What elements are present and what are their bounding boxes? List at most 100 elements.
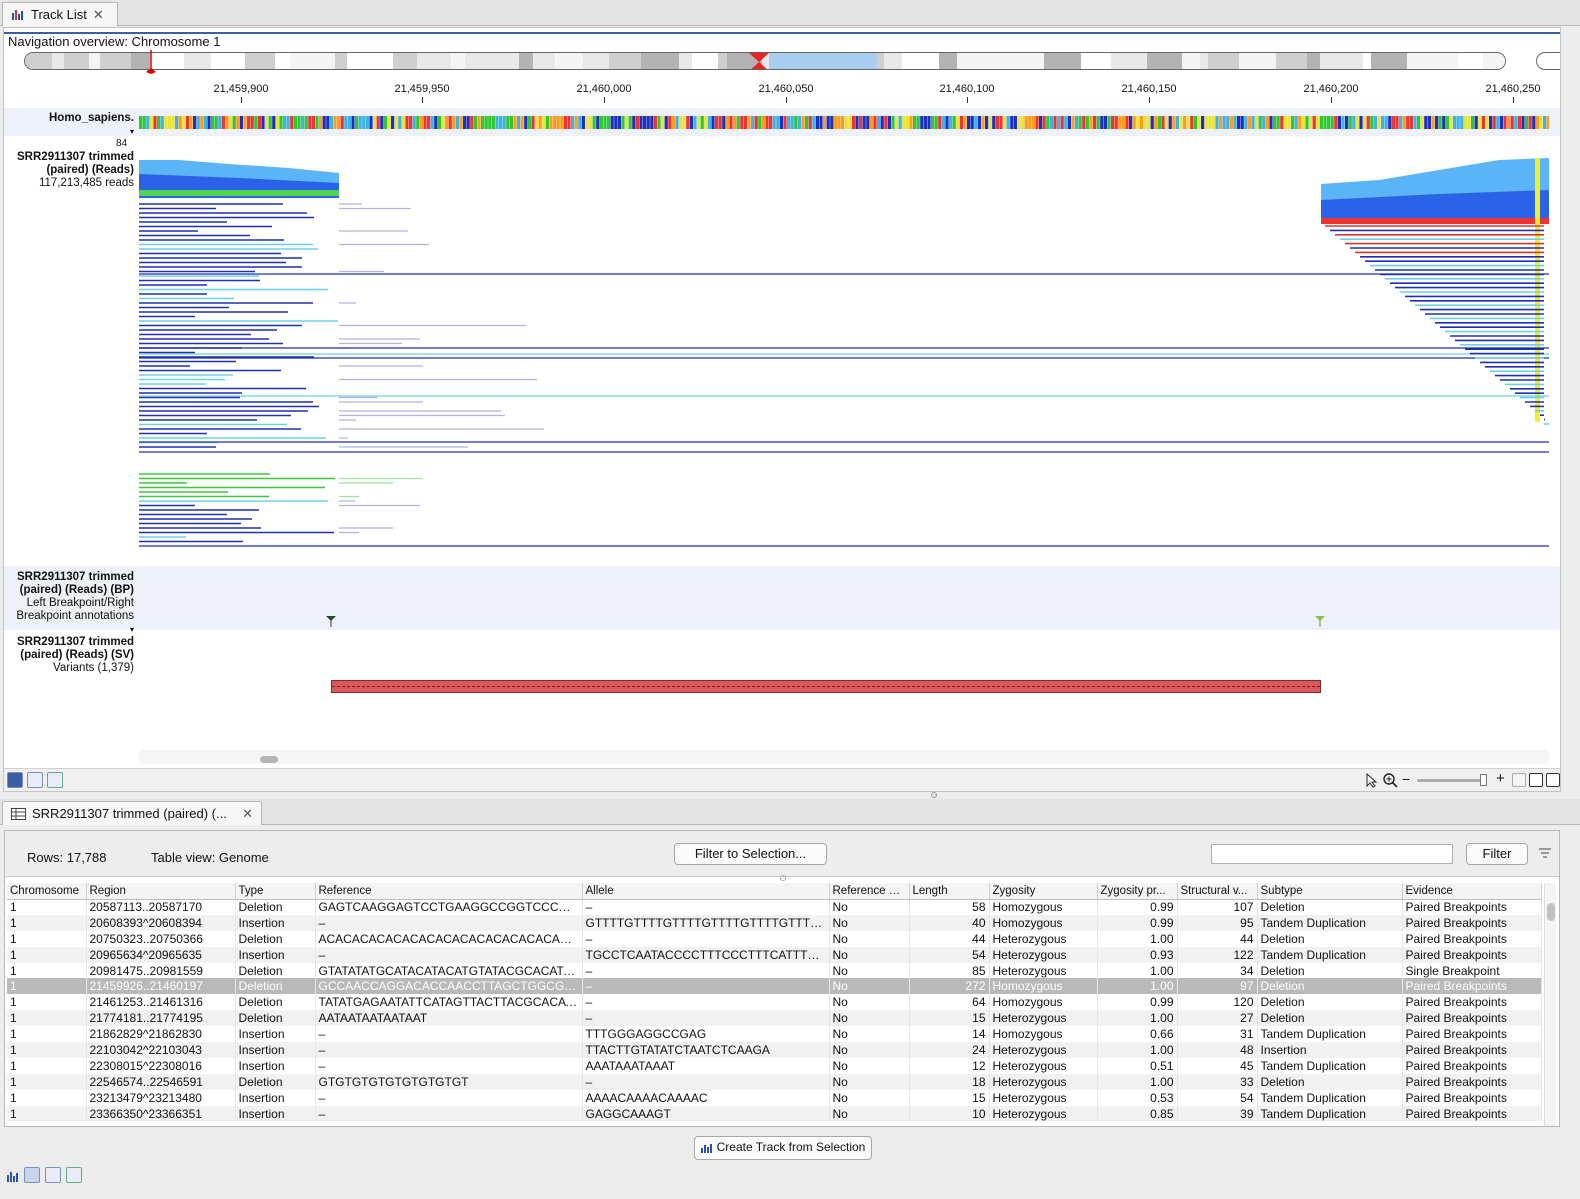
select-cursor-icon[interactable] <box>1364 772 1380 788</box>
table-cell: Paired Breakpoints <box>1402 946 1542 963</box>
ruler-tick-mark <box>1149 97 1150 103</box>
sequence-base <box>761 116 765 129</box>
track-view-icon[interactable] <box>6 1169 20 1183</box>
sequence-base <box>214 116 218 129</box>
column-header[interactable]: Zygosity pr... <box>1097 883 1178 900</box>
column-header[interactable]: Zygosity <box>989 883 1098 900</box>
history-icon[interactable] <box>47 772 63 788</box>
sequence-base <box>1201 116 1205 129</box>
sequence-track[interactable] <box>139 116 1549 129</box>
table-view-icon[interactable] <box>24 1167 40 1183</box>
filter-to-selection-button[interactable]: Filter to Selection... <box>674 843 827 865</box>
create-track-from-selection-button[interactable]: Create Track from Selection <box>694 1136 872 1160</box>
tab-variants-table[interactable]: SRR2911307 trimmed (paired) (... ✕ <box>2 801 262 825</box>
sequence-base <box>535 116 539 129</box>
filter-input[interactable] <box>1211 844 1453 864</box>
zoom-to-base-icon[interactable] <box>1546 773 1560 787</box>
table-settings-icon[interactable] <box>45 1167 61 1183</box>
table-row[interactable]: 1 21774181..21774195 Deletion AATAATAATAATA… <box>7 1010 1542 1027</box>
tab-track-list[interactable]: Track List ✕ <box>2 2 118 26</box>
table-row[interactable]: 1 20587113..20587170 Deletion GAGTCAAGGAGTC… <box>7 899 1542 915</box>
variants-track-label[interactable]: SRR2911307 trimmed (paired) (Reads) (SV) V… <box>4 636 134 675</box>
column-header[interactable]: Length <box>909 883 990 900</box>
vertical-scrollbar[interactable] <box>1544 883 1556 1126</box>
zoom-to-selection-icon[interactable] <box>1529 773 1543 787</box>
chromosome-ideogram[interactable] <box>24 52 1506 70</box>
sequence-track-label[interactable]: Homo_sapiens. ▾ <box>4 112 134 138</box>
column-header[interactable]: Subtype <box>1257 883 1403 900</box>
zoom-slider[interactable] <box>1417 779 1487 782</box>
sequence-base <box>1535 116 1539 129</box>
table-row[interactable]: 1 22308015^22308016 Insertion – AAATAAATAAAT… <box>7 1057 1542 1074</box>
table-cell: 1.00 <box>1097 930 1178 947</box>
zoom-slider-handle[interactable] <box>1480 774 1487 786</box>
close-icon[interactable]: ✕ <box>93 7 104 23</box>
close-icon[interactable]: ✕ <box>242 806 253 822</box>
table-row[interactable]: 1 20750323..20750366 Deletion ACACACACACACA… <box>7 930 1542 947</box>
column-header[interactable]: Type <box>235 883 316 900</box>
coverage-graph-left-green <box>139 190 339 196</box>
table-row[interactable]: 1 22546574..22546591 Deletion GTGTGTGTGTGTG… <box>7 1073 1542 1090</box>
table-cell: 58 <box>909 899 990 915</box>
sequence-base <box>1301 116 1305 129</box>
sequence-base <box>272 116 276 129</box>
column-header[interactable]: Reference <box>315 883 583 900</box>
table-row[interactable]: 1 21862829^21862830 Insertion – TTTGGGAGGCCG… <box>7 1026 1542 1043</box>
sequence-base <box>1003 116 1007 129</box>
table-cell: GCCAACCAGGACACCAACCTTAGCTGGCGTCCAAC <box>315 978 583 995</box>
sequence-base <box>1237 116 1241 129</box>
splitter-handle[interactable] <box>931 792 937 798</box>
left-breakpoint-marker[interactable] <box>326 616 336 628</box>
sequence-base <box>920 116 924 129</box>
table-cell: 1 <box>7 1026 87 1043</box>
reads-track-label[interactable]: SRR2911307 trimmed (paired) (Reads) 117,21… <box>4 151 134 190</box>
column-header[interactable]: Chromosome <box>7 883 87 900</box>
sequence-base <box>974 116 978 129</box>
zoom-plus-icon[interactable]: + <box>1496 770 1505 787</box>
sequence-base <box>902 116 906 129</box>
table-row[interactable]: 1 23213479^23213480 Insertion – AAAACAAAACAA… <box>7 1089 1542 1106</box>
ideogram-band <box>184 53 211 69</box>
table-row[interactable]: 1 20981475..20981559 Deletion GTATATATGCATA… <box>7 962 1542 979</box>
sequence-base <box>1143 116 1147 129</box>
table-cell: 18 <box>909 1073 990 1090</box>
column-header[interactable]: Reference al... <box>829 883 910 900</box>
breakpoint-track-label[interactable]: SRR2911307 trimmed (paired) (Reads) (BP) L… <box>4 571 134 636</box>
sequence-base <box>1053 116 1057 129</box>
table-row[interactable]: 1 21461253..21461316 Deletion TATATGAGAATAT… <box>7 994 1542 1011</box>
sequence-base <box>430 116 434 129</box>
table-row[interactable]: 1 20965634^20965635 Insertion – TGCCTCAATACC… <box>7 946 1542 963</box>
column-header[interactable]: Region <box>86 883 236 900</box>
structural-variant-bar[interactable] <box>331 680 1321 693</box>
vertical-scrollbar-thumb[interactable] <box>1547 903 1555 921</box>
variants-table[interactable]: Chromosome Region Type Reference Allele Refer… <box>7 883 1542 1122</box>
column-header[interactable]: Structural v... <box>1177 883 1258 900</box>
sequence-base <box>653 116 657 129</box>
column-header[interactable]: Allele <box>582 883 830 900</box>
right-breakpoint-marker[interactable] <box>1315 616 1325 628</box>
table-cell: 40 <box>909 914 990 931</box>
filter-button[interactable]: Filter <box>1466 843 1528 865</box>
table-row[interactable]: 1 22103042^22103043 Insertion – TTACTTGTATAT… <box>7 1042 1542 1058</box>
horizontal-scrollbar[interactable] <box>139 750 1549 764</box>
toolbar-splitter[interactable] <box>780 875 786 881</box>
sequence-base <box>178 116 182 129</box>
reads-track[interactable] <box>139 150 1549 550</box>
zoom-in-icon[interactable] <box>1382 772 1398 788</box>
sequence-base <box>635 116 639 129</box>
horizontal-scrollbar-thumb[interactable] <box>260 756 278 763</box>
chromosome-ideogram-next[interactable] <box>1536 52 1560 70</box>
sequence-base <box>1125 116 1129 129</box>
column-menu-icon[interactable] <box>1538 847 1552 859</box>
column-header[interactable]: Evidence <box>1402 883 1542 900</box>
zoom-out-icon[interactable]: − <box>1402 771 1410 787</box>
table-row[interactable]: 1 23366350^23366351 Insertion – GAGGCAAAGT No… <box>7 1105 1542 1122</box>
table-row[interactable]: 1 20608393^20608394 Insertion – GTTTTGTTTTGT… <box>7 914 1542 931</box>
table-row[interactable]: 1 21459926..21460197 Deletion GCCAACCAGGACA… <box>7 978 1542 995</box>
sequence-base <box>844 116 848 129</box>
track-view-icon[interactable] <box>7 772 23 788</box>
fit-width-icon[interactable] <box>1512 773 1526 787</box>
table-cell: – <box>315 1105 583 1122</box>
table-settings-icon[interactable] <box>27 772 43 788</box>
history-icon[interactable] <box>66 1167 82 1183</box>
